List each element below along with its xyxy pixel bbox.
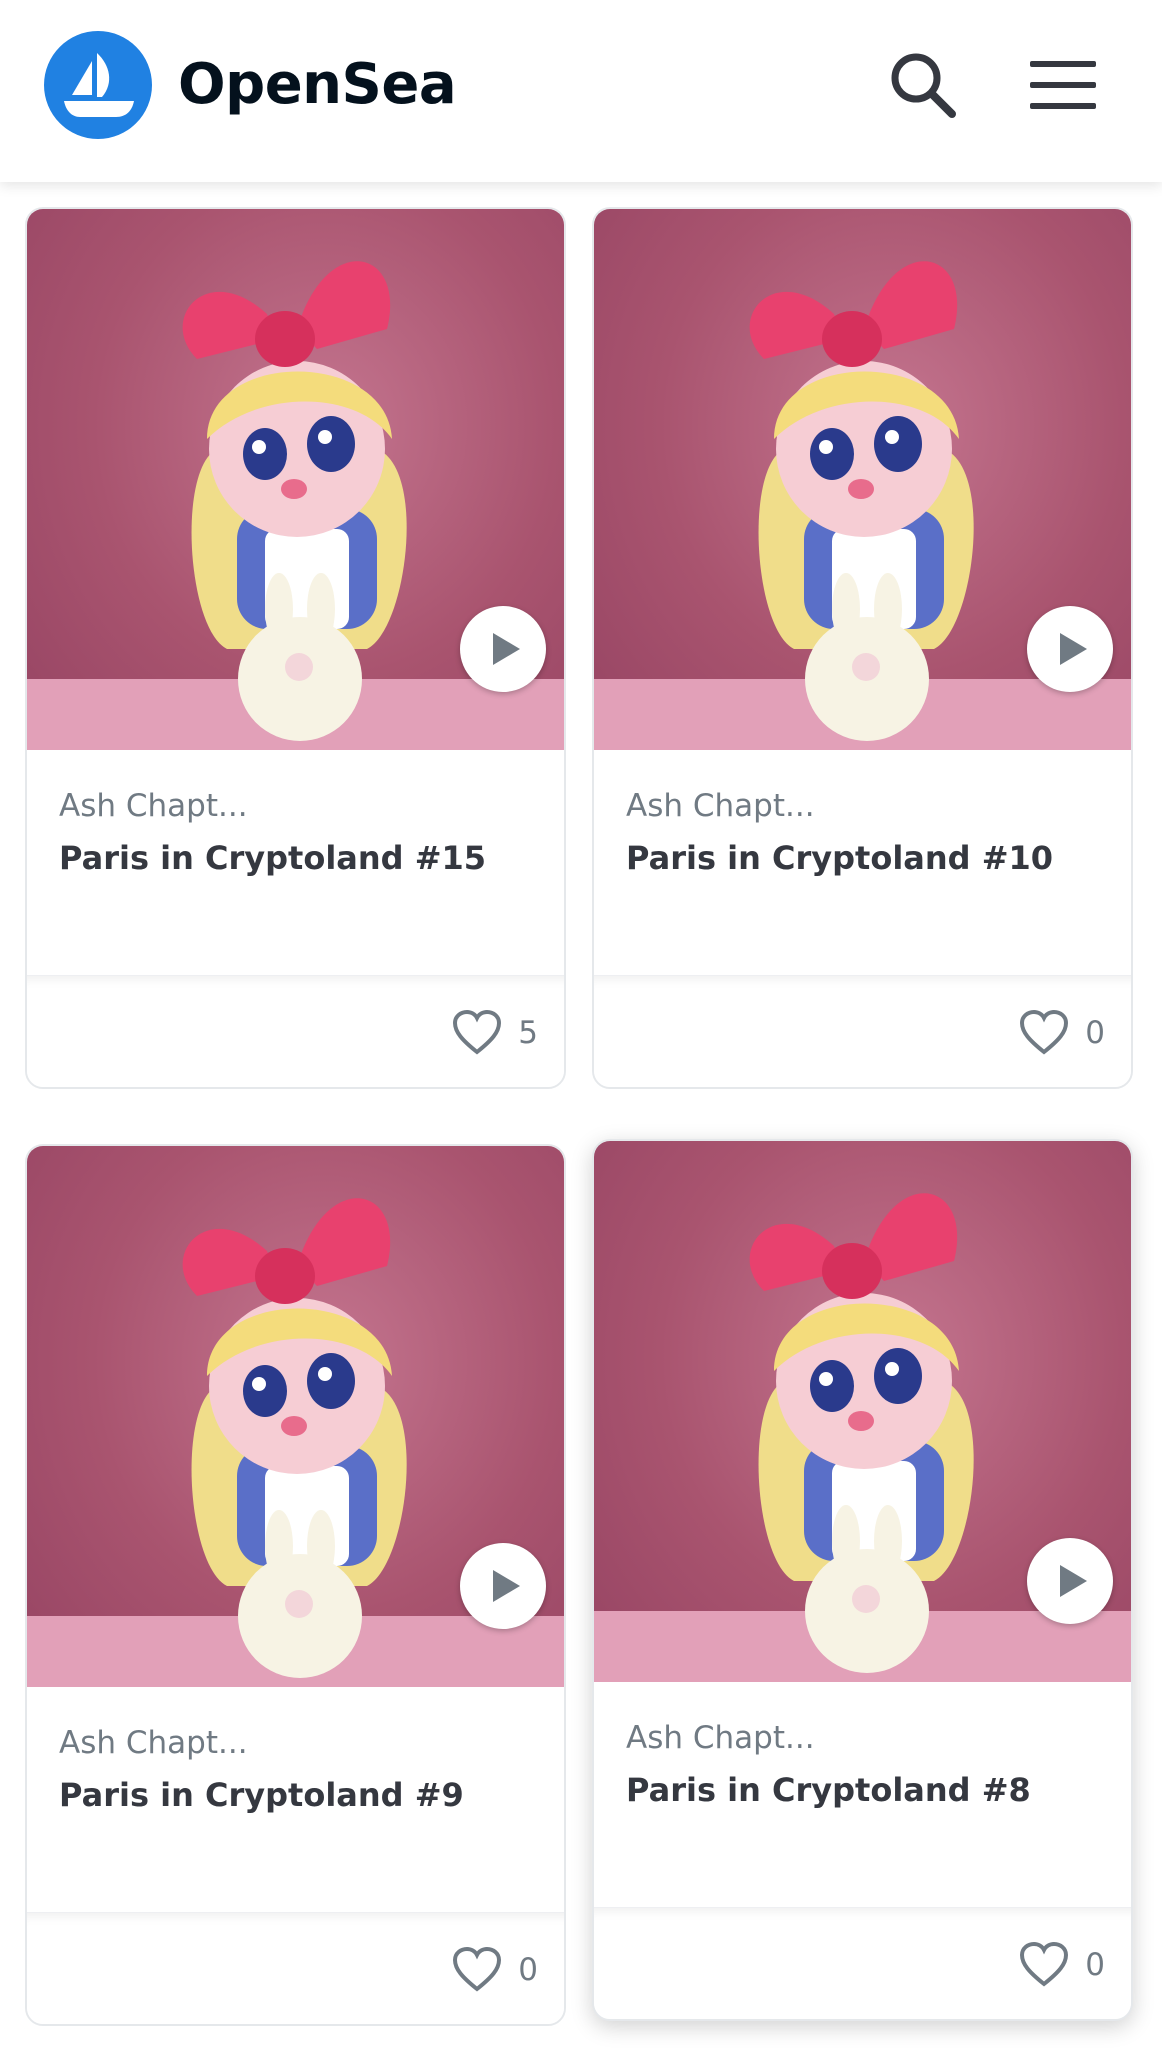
heart-icon <box>1020 1010 1069 1055</box>
asset-card[interactable]: Ash Chapt... Paris in Cryptoland #15 5 <box>25 207 566 1089</box>
asset-card[interactable]: Ash Chapt... Paris in Cryptoland #9 0 <box>25 1144 566 2026</box>
play-button[interactable] <box>1027 1538 1113 1624</box>
favorite-count: 0 <box>518 1952 538 1988</box>
favorite-button[interactable]: 5 <box>452 1008 538 1058</box>
collection-name[interactable]: Ash Chapt... <box>59 1723 248 1763</box>
search-icon[interactable] <box>884 46 964 126</box>
favorite-count: 5 <box>518 1015 538 1051</box>
asset-image[interactable] <box>594 209 1131 750</box>
favorite-button[interactable]: 0 <box>1019 1008 1105 1058</box>
collection-name[interactable]: Ash Chapt... <box>626 1718 815 1758</box>
asset-grid: Ash Chapt... Paris in Cryptoland #15 5 A… <box>0 182 1162 2048</box>
asset-title[interactable]: Paris in Cryptoland #10 <box>626 834 1096 883</box>
favorite-count: 0 <box>1085 1947 1105 1983</box>
heart-icon <box>453 1010 502 1055</box>
asset-footer: 0 <box>27 1912 564 2024</box>
asset-title[interactable]: Paris in Cryptoland #9 <box>59 1771 529 1820</box>
asset-footer: 5 <box>27 975 564 1087</box>
asset-info: Ash Chapt... Paris in Cryptoland #9 <box>27 1687 564 1917</box>
asset-info: Ash Chapt... Paris in Cryptoland #10 <box>594 750 1131 980</box>
heart-icon <box>1020 1942 1069 1987</box>
asset-footer: 0 <box>594 975 1131 1087</box>
asset-image[interactable] <box>27 209 564 750</box>
play-button[interactable] <box>460 606 546 692</box>
asset-title[interactable]: Paris in Cryptoland #15 <box>59 834 529 883</box>
asset-info: Ash Chapt... Paris in Cryptoland #15 <box>27 750 564 980</box>
favorite-button[interactable]: 0 <box>452 1945 538 1995</box>
heart-icon <box>453 1947 502 1992</box>
collection-name[interactable]: Ash Chapt... <box>626 786 815 826</box>
collection-name[interactable]: Ash Chapt... <box>59 786 248 826</box>
hamburger-menu-icon[interactable] <box>1026 52 1102 122</box>
asset-image[interactable] <box>27 1146 564 1687</box>
favorite-count: 0 <box>1085 1015 1105 1051</box>
asset-card[interactable]: Ash Chapt... Paris in Cryptoland #8 0 <box>592 1139 1133 2021</box>
top-navbar: OpenSea <box>0 0 1162 182</box>
asset-image[interactable] <box>594 1141 1131 1682</box>
asset-card[interactable]: Ash Chapt... Paris in Cryptoland #10 0 <box>592 207 1133 1089</box>
brand-name[interactable]: OpenSea <box>178 50 457 120</box>
play-button[interactable] <box>1027 606 1113 692</box>
asset-info: Ash Chapt... Paris in Cryptoland #8 <box>594 1682 1131 1912</box>
asset-footer: 0 <box>594 1907 1131 2019</box>
play-button[interactable] <box>460 1543 546 1629</box>
favorite-button[interactable]: 0 <box>1019 1940 1105 1990</box>
opensea-logo-icon[interactable] <box>44 31 152 139</box>
asset-title[interactable]: Paris in Cryptoland #8 <box>626 1766 1096 1815</box>
